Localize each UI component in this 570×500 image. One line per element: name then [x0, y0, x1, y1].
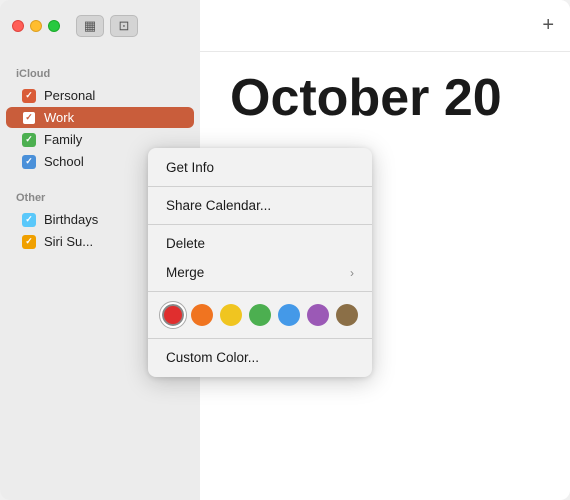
custom-color-label: Custom Color...	[166, 350, 259, 365]
color-picker-row	[148, 296, 372, 334]
color-green[interactable]	[249, 304, 271, 326]
personal-checkbox[interactable]	[22, 89, 36, 103]
family-checkbox[interactable]	[22, 133, 36, 147]
color-red[interactable]	[162, 304, 184, 326]
menu-separator-1	[148, 186, 372, 187]
sidebar-item-personal[interactable]: Personal	[6, 85, 194, 106]
merge-submenu-chevron: ›	[350, 266, 354, 280]
school-checkbox[interactable]	[22, 155, 36, 169]
delete-label: Delete	[166, 236, 205, 251]
sidebar-item-work[interactable]: Work	[6, 107, 194, 128]
close-button[interactable]	[12, 20, 24, 32]
inbox-button[interactable]: ⊡	[110, 15, 138, 37]
sidebar-item-family[interactable]: Family	[6, 129, 194, 150]
menu-item-custom-color[interactable]: Custom Color...	[148, 343, 372, 372]
siri-suggestions-label: Siri Su...	[44, 234, 93, 249]
menu-separator-3	[148, 291, 372, 292]
birthdays-checkbox[interactable]	[22, 213, 36, 227]
color-blue[interactable]	[278, 304, 300, 326]
titlebar: ▦ ⊡	[0, 0, 200, 52]
main-content: October 20	[200, 52, 570, 144]
merge-label: Merge	[166, 265, 204, 280]
family-label: Family	[44, 132, 82, 147]
birthdays-label: Birthdays	[44, 212, 98, 227]
add-event-button[interactable]: +	[542, 14, 554, 37]
grid-icon: ▦	[84, 18, 96, 34]
color-yellow[interactable]	[220, 304, 242, 326]
menu-separator-2	[148, 224, 372, 225]
inbox-icon: ⊡	[119, 18, 130, 34]
color-brown[interactable]	[336, 304, 358, 326]
icloud-section-label: iCloud	[0, 60, 200, 84]
color-purple[interactable]	[307, 304, 329, 326]
context-menu: Get Info Share Calendar... Delete Merge …	[148, 148, 372, 377]
menu-item-delete[interactable]: Delete	[148, 229, 372, 258]
get-info-label: Get Info	[166, 160, 214, 175]
menu-item-share-calendar[interactable]: Share Calendar...	[148, 191, 372, 220]
color-orange[interactable]	[191, 304, 213, 326]
month-title: October 20	[230, 72, 540, 124]
app-window: ▦ ⊡ iCloud Personal Work Family	[0, 0, 570, 500]
school-label: School	[44, 154, 84, 169]
menu-item-get-info[interactable]: Get Info	[148, 153, 372, 182]
personal-label: Personal	[44, 88, 95, 103]
share-calendar-label: Share Calendar...	[166, 198, 271, 213]
work-checkbox[interactable]	[22, 111, 36, 125]
maximize-button[interactable]	[48, 20, 60, 32]
work-label: Work	[44, 110, 74, 125]
menu-item-merge[interactable]: Merge ›	[148, 258, 372, 287]
siri-suggestions-checkbox[interactable]	[22, 235, 36, 249]
main-titlebar: +	[200, 0, 570, 52]
grid-view-button[interactable]: ▦	[76, 15, 104, 37]
menu-separator-4	[148, 338, 372, 339]
minimize-button[interactable]	[30, 20, 42, 32]
